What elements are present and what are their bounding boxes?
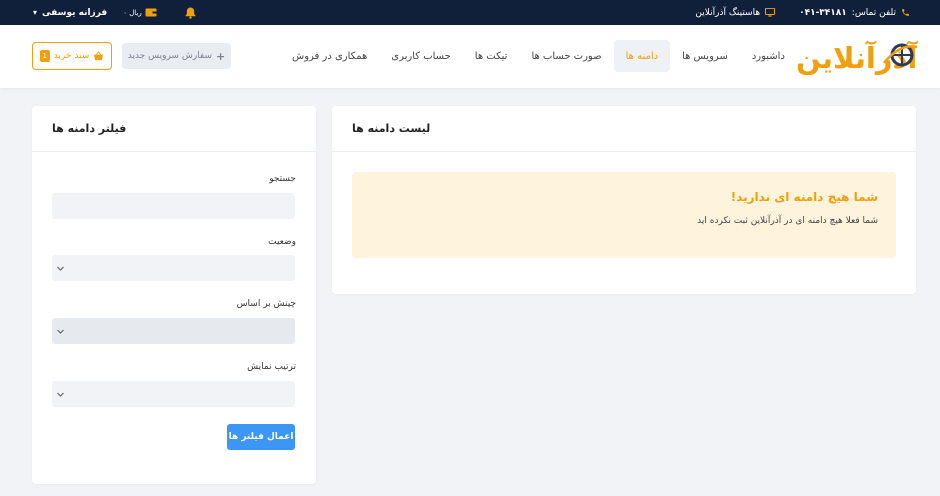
nav-domains[interactable]: دامنه ها xyxy=(613,40,671,72)
filter-header: فیلتر دامنه ها xyxy=(32,106,316,152)
chevron-down-icon xyxy=(57,392,64,397)
chevron-down-icon xyxy=(57,329,64,334)
chevron-down-icon: ▾ xyxy=(33,8,38,17)
nav-affiliate[interactable]: همکاری در فروش xyxy=(280,40,379,72)
basket-icon xyxy=(94,51,104,61)
empty-alert: شما هیچ دامنه ای ندارید! شما فعلا هیچ دا… xyxy=(352,172,896,258)
filter-card: فیلتر دامنه ها جستجو وضعیت چینش بر اساس … xyxy=(32,106,316,484)
wallet-amount: ۰ ریال xyxy=(123,8,142,17)
domain-list-header: لیست دامنه ها xyxy=(332,106,916,152)
cart-label: سبد خرید xyxy=(53,51,90,61)
order-label: ترتیب نمایش xyxy=(247,362,296,372)
cart-count-badge: 1 xyxy=(39,50,50,62)
nav-account[interactable]: حساب کاربری xyxy=(379,40,463,72)
empty-alert-text: شما فعلا هیچ دامنه ای در آذرآنلاین ثبت ن… xyxy=(697,216,878,226)
status-label: وضعیت xyxy=(268,237,296,247)
user-menu[interactable]: ▾ فرزانه یوسفی xyxy=(33,8,107,18)
logo-graphic: آذرآنلاین xyxy=(796,40,918,75)
hosting-label: هاستینگ آذرآنلاین xyxy=(695,7,761,18)
domain-list-card: لیست دامنه ها شما هیچ دامنه ای ندارید! ش… xyxy=(332,106,916,294)
new-order-button[interactable]: + سفارش سرویس جدید xyxy=(122,43,231,69)
nav-dashboard[interactable]: داشبورد xyxy=(740,40,797,72)
phone-icon xyxy=(902,9,909,16)
nav-services[interactable]: سرویس ها xyxy=(670,40,740,72)
chevron-down-icon xyxy=(57,266,64,271)
monitor-icon xyxy=(765,8,776,17)
bell-icon xyxy=(185,7,196,19)
empty-alert-title: شما هیچ دامنه ای ندارید! xyxy=(730,190,878,204)
order-select[interactable] xyxy=(52,381,295,407)
nav-tickets[interactable]: تیکت ها xyxy=(463,40,520,72)
plus-icon: + xyxy=(216,49,226,63)
search-input[interactable] xyxy=(52,193,295,219)
wallet-icon xyxy=(145,8,157,17)
filter-title: فیلتر دامنه ها xyxy=(52,122,127,135)
sort-label: چینش بر اساس xyxy=(236,299,296,309)
phone-number: ۰۴۱-۳۴۱۸۱ xyxy=(799,7,847,18)
top-bar-user: ▾ فرزانه یوسفی ۰ ریال xyxy=(33,0,196,25)
nav-invoices[interactable]: صورت حساب ها xyxy=(519,40,613,72)
new-order-label: سفارش سرویس جدید xyxy=(127,51,213,61)
apply-filters-button[interactable]: اعمال فیلتر ها xyxy=(227,424,295,450)
phone-label: تلفن تماس: xyxy=(851,7,896,18)
search-label: جستجو xyxy=(269,174,296,184)
top-bar-contact: تلفن تماس: ۰۴۱-۳۴۱۸۱ هاستینگ آذرآنلاین xyxy=(695,0,910,25)
phone-info[interactable]: تلفن تماس: ۰۴۱-۳۴۱۸۱ xyxy=(799,8,910,18)
main-header: آذرآنلاین داشبورد سرویس ها دامنه ها صورت… xyxy=(0,25,940,88)
wallet[interactable]: ۰ ریال xyxy=(123,8,157,17)
sort-select[interactable] xyxy=(52,318,295,344)
site-logo[interactable]: آذرآنلاین xyxy=(796,35,918,79)
top-bar: تلفن تماس: ۰۴۱-۳۴۱۸۱ هاستینگ آذرآنلاین ▾… xyxy=(0,0,940,25)
user-name: فرزانه یوسفی xyxy=(42,7,108,18)
main-nav: داشبورد سرویس ها دامنه ها صورت حساب ها ت… xyxy=(280,40,797,72)
domain-list-title: لیست دامنه ها xyxy=(352,122,431,135)
status-select[interactable] xyxy=(52,255,295,281)
cart-button[interactable]: سبد خرید 1 xyxy=(32,42,112,70)
hosting-link[interactable]: هاستینگ آذرآنلاین xyxy=(695,7,776,18)
notifications[interactable] xyxy=(185,7,196,19)
